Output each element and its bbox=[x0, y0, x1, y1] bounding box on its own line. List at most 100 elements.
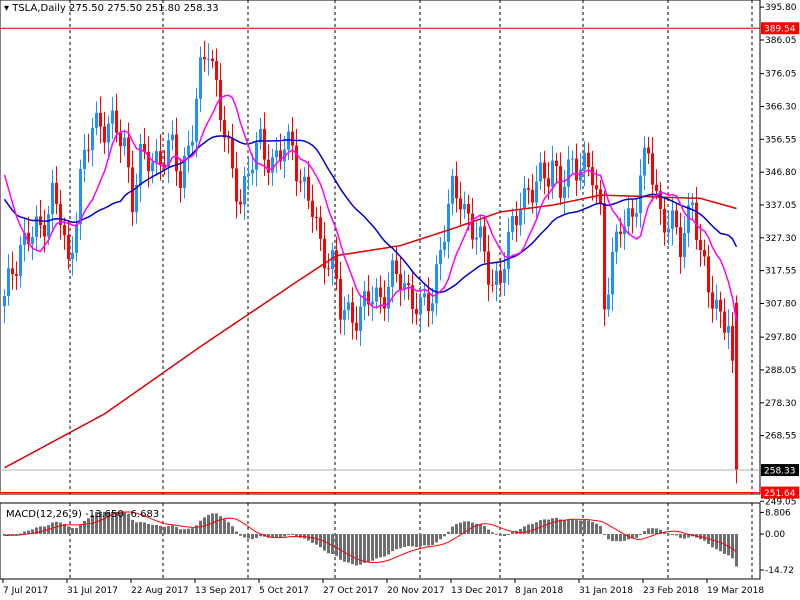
candle-body bbox=[451, 175, 454, 204]
candle-body bbox=[439, 249, 442, 265]
price-tag-label: 389.54 bbox=[764, 25, 796, 35]
macd-bar bbox=[279, 534, 282, 538]
macd-bar bbox=[355, 534, 358, 566]
candle-body bbox=[535, 181, 538, 203]
candle-body bbox=[243, 176, 246, 205]
candle-body bbox=[603, 203, 606, 310]
candle-body bbox=[43, 225, 46, 237]
candle-body bbox=[379, 287, 382, 298]
macd-bar bbox=[67, 526, 70, 534]
macd-bar bbox=[451, 526, 454, 534]
candle-body bbox=[587, 152, 590, 168]
macd-bar bbox=[643, 531, 646, 534]
macd-bar bbox=[363, 534, 366, 563]
macd-tick-label: 0.00 bbox=[765, 530, 785, 540]
macd-bar bbox=[567, 519, 570, 534]
macd-bar bbox=[543, 519, 546, 534]
macd-bar bbox=[651, 528, 654, 534]
candle-body bbox=[551, 160, 554, 187]
macd-bar bbox=[139, 522, 142, 534]
candle-body bbox=[115, 110, 118, 133]
macd-bar bbox=[147, 524, 150, 534]
candle-body bbox=[675, 210, 678, 228]
ma-mid-line bbox=[3, 135, 738, 294]
candle-body bbox=[611, 251, 614, 295]
candle-body bbox=[407, 283, 410, 286]
price-tag-label: 251.64 bbox=[764, 489, 796, 499]
candle-body bbox=[499, 270, 502, 283]
macd-bar bbox=[87, 518, 90, 534]
candle-body bbox=[79, 168, 82, 225]
candle-body bbox=[735, 302, 738, 471]
macd-bar bbox=[223, 519, 226, 534]
candle-body bbox=[359, 306, 362, 331]
macd-bar bbox=[239, 534, 242, 536]
macd-bar bbox=[379, 534, 382, 558]
date-label: 31 Jan 2018 bbox=[579, 586, 633, 596]
macd-bar bbox=[195, 525, 198, 534]
candle-body bbox=[111, 110, 114, 124]
macd-bar bbox=[647, 528, 650, 534]
date-label: 19 Mar 2018 bbox=[707, 586, 764, 596]
macd-bar bbox=[407, 534, 410, 546]
candles bbox=[3, 40, 738, 484]
candle-body bbox=[695, 202, 698, 241]
candle-body bbox=[71, 252, 74, 260]
date-label: 5 Oct 2017 bbox=[259, 586, 309, 596]
price-tick-label: 278.30 bbox=[765, 399, 797, 409]
candle-body bbox=[555, 160, 558, 167]
candle-body bbox=[327, 268, 330, 270]
macd-bar bbox=[727, 534, 730, 556]
candle-body bbox=[67, 235, 70, 260]
macd-bar bbox=[455, 523, 458, 534]
date-label: 13 Dec 2017 bbox=[451, 586, 509, 596]
date-label: 22 Aug 2017 bbox=[131, 586, 189, 596]
candle-body bbox=[419, 297, 422, 315]
macd-bar bbox=[571, 519, 574, 534]
candle-body bbox=[479, 226, 482, 238]
candle-body bbox=[711, 292, 714, 309]
candle-body bbox=[103, 126, 106, 143]
macd-bar bbox=[491, 532, 494, 534]
candle-body bbox=[347, 302, 350, 311]
candle-body bbox=[543, 162, 546, 179]
macd-bar bbox=[675, 534, 678, 536]
candle-body bbox=[731, 326, 734, 361]
price-tick-label: 386.05 bbox=[765, 36, 797, 46]
candle-body bbox=[679, 227, 682, 258]
dropdown-triangle-icon[interactable]: ▾ bbox=[4, 3, 9, 14]
macd-bar bbox=[163, 526, 166, 534]
candle-body bbox=[699, 240, 702, 251]
price-tick-label: 307.80 bbox=[765, 299, 797, 309]
candle-body bbox=[63, 224, 66, 236]
candle-body bbox=[343, 310, 346, 320]
macd-bar bbox=[387, 534, 390, 555]
macd-bar bbox=[559, 519, 562, 534]
macd-bar bbox=[599, 525, 602, 534]
candle-body bbox=[723, 311, 726, 333]
macd-bar bbox=[611, 534, 614, 542]
candle-body bbox=[691, 202, 694, 206]
macd-bar bbox=[479, 524, 482, 534]
macd-bar bbox=[135, 522, 138, 534]
chart-window[interactable]: 395.80 386.05 376.05 366.30 356.55 346.80 337.… bbox=[0, 0, 800, 600]
macd-bar bbox=[423, 534, 426, 546]
candle-body bbox=[619, 231, 622, 235]
candle-body bbox=[351, 302, 354, 323]
macd-main-value: -13.650 bbox=[85, 509, 124, 520]
candle-body bbox=[423, 293, 426, 298]
candle-body bbox=[195, 98, 198, 142]
macd-bar bbox=[215, 513, 218, 534]
macd-bar bbox=[487, 529, 490, 534]
candle-body bbox=[123, 137, 126, 147]
macd-bar bbox=[383, 534, 386, 557]
macd-bar bbox=[511, 532, 514, 534]
candle-body bbox=[719, 299, 722, 312]
macd-bar bbox=[555, 517, 558, 534]
candle-body bbox=[263, 128, 266, 160]
macd-bar bbox=[619, 534, 622, 542]
candle-body bbox=[443, 241, 446, 250]
macd-bar bbox=[175, 526, 178, 534]
candle-body bbox=[471, 213, 474, 240]
candle-body bbox=[215, 61, 218, 80]
